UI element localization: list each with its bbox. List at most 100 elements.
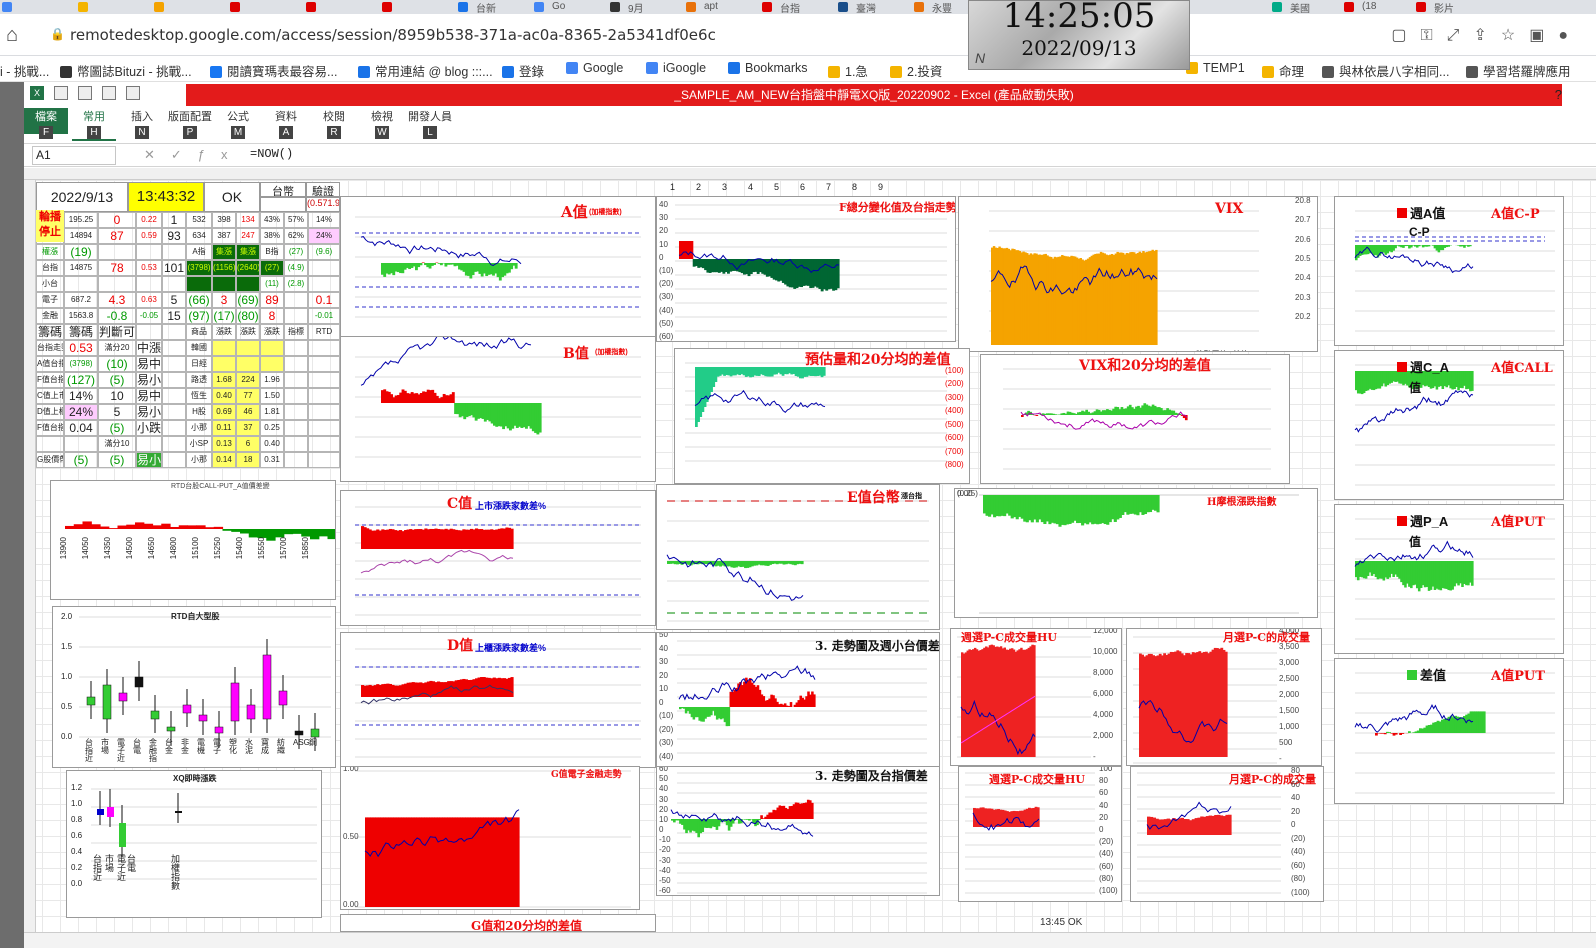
chart-vix[interactable]: VIX 20.8 20.7 20.6 20.5 20.4 20.3 20.2 2 移動平均 (差… xyxy=(958,196,1318,352)
chart-tab-number[interactable]: 5 xyxy=(774,182,779,192)
chart-e-value[interactable]: E值台幣 漲台指 xyxy=(656,484,940,630)
chart-vix-20[interactable]: VIX和20分均的差值 xyxy=(980,354,1290,484)
candle-body xyxy=(175,811,182,813)
browser-tab[interactable] xyxy=(152,0,224,14)
ribbon-tab[interactable]: 校閱 R xyxy=(312,108,356,139)
chart-b-value[interactable]: B值 (加權指數) xyxy=(340,336,656,482)
chart-h-morgan[interactable]: H摩根漲跌指數 0.00 (0.25) xyxy=(954,488,1318,618)
bookmark-item[interactable]: 與林依晨八字相同... xyxy=(1322,61,1449,80)
chart-tab-number[interactable]: 9 xyxy=(878,182,883,192)
chart-f-total[interactable]: F總分變化值及台指走勢 40 30 20 10 0 (10) (20) (30) (40) (50)… xyxy=(656,196,956,342)
ribbon-keytip: F xyxy=(39,126,53,139)
ribbon-tab[interactable]: 開發人員 L xyxy=(408,108,452,139)
chart-tab-number[interactable]: 6 xyxy=(800,182,805,192)
home-icon[interactable]: ⌂ xyxy=(6,24,18,47)
row-headers xyxy=(24,180,36,932)
chart-m-pc[interactable]: 月選P-C的成交量 4,000 3,500 3,000 2,500 2,000 1,500 1… xyxy=(1126,628,1322,766)
chart-a-put[interactable]: 週P_A A值PUT 值 xyxy=(1334,504,1564,654)
toolbar-icons[interactable]: ▢⚿⤢⇪☆▣● xyxy=(1391,25,1582,45)
bookmark-item[interactable]: iGoogle xyxy=(646,61,706,75)
chart-w-pc[interactable]: 週選P-C成交量HU 12,000 10,000 8,000 6,000 4,000 2,0… xyxy=(950,628,1122,766)
browser-tab[interactable]: 台指 xyxy=(760,0,832,14)
chart-a-cp[interactable]: 週A值 A值C-P C-P xyxy=(1334,196,1564,346)
formula-input[interactable]: =NOW() xyxy=(250,147,293,161)
browser-tab[interactable] xyxy=(380,0,452,14)
axis-tick-label: 0 xyxy=(659,825,664,834)
customize-icon[interactable] xyxy=(126,86,140,100)
chart-a-call[interactable]: 週C_A A值CALL 值 xyxy=(1334,350,1564,500)
bookmark-item[interactable]: TEMP1 xyxy=(1186,61,1245,75)
help-button[interactable]: ? xyxy=(1555,87,1562,102)
axis-tick-label: 20.4 xyxy=(1295,273,1311,283)
ribbon-tab[interactable]: 版面配置 P xyxy=(168,108,212,139)
formula-controls[interactable]: ✕✓ƒx xyxy=(144,147,244,163)
bookmark-item[interactable]: 閱讀寶瑪表最容易... xyxy=(210,61,337,80)
save-icon[interactable] xyxy=(54,86,68,100)
bookmark-item[interactable]: i - 挑戰... xyxy=(0,61,49,80)
chart-tab-number[interactable]: 1 xyxy=(670,182,675,192)
lock-icon[interactable]: 🔒 xyxy=(50,27,65,41)
chart-c-value[interactable]: C值 上市漲跌家數差% xyxy=(340,490,656,626)
browser-tab[interactable]: 影片 xyxy=(1414,0,1482,14)
candle-body xyxy=(310,728,320,738)
chart-xq[interactable]: XQ即時漲跌 1.2 1.0 0.8 0.6 0.4 0.2 0.0 台指近 市場 電子近 台電 加權指… xyxy=(66,770,322,918)
chart-rtd[interactable]: RTD自大型股 2.0 1.5 1.0 0.5 0.0 台指近 市場 電子近 台電 金融指 台金 非金電… xyxy=(52,606,336,768)
chart-est-vol[interactable]: 預估量和20分均的差值 (100) (200) (300) (400) (500) (600… xyxy=(674,348,970,484)
chart-m-pc-2[interactable]: 月選P-C的成交量 80 60 40 20 0 (20) (40) (60) (80) (100) xyxy=(1130,766,1324,902)
bookmark-item[interactable]: 1.急 xyxy=(828,61,868,80)
bookmark-item[interactable]: 登錄 xyxy=(502,61,544,80)
chart-diff[interactable]: 差值 A值PUT xyxy=(1334,658,1564,804)
chart-call-put-wide[interactable]: RTD台股CALL-PUT_A值價差變 13900 14050 14350 14500 1… xyxy=(50,480,336,600)
chart-tab-number[interactable]: 7 xyxy=(826,182,831,192)
quote-cell: 5 xyxy=(162,292,186,308)
url-field[interactable]: remotedesktop.google.com/access/session/… xyxy=(70,26,716,44)
chart-walk-mini[interactable]: 3. 走勢圖及週小台價差 50 40 30 20 10 0 (10) (20) (30) (40) xyxy=(656,632,940,768)
browser-tab[interactable] xyxy=(304,0,376,14)
browser-tab[interactable] xyxy=(76,0,148,14)
chart-walk-main[interactable]: 3. 走勢圖及台指價差 60 50 40 30 20 10 0 -10 -20 -30 -40 -50-… xyxy=(656,766,940,896)
bookmark-item[interactable]: Bookmarks xyxy=(728,61,808,75)
chart-title: C值 xyxy=(447,496,473,512)
chart-a-value[interactable]: A值 (加權指數) xyxy=(340,196,656,342)
bookmark-item[interactable]: Google xyxy=(566,61,623,75)
chart-tab-number[interactable]: 3 xyxy=(722,182,727,192)
name-box[interactable]: A1 xyxy=(32,146,116,165)
ribbon-tab[interactable]: 資料 A xyxy=(264,108,308,139)
chart-w-pc-2[interactable]: 週選P-C成交量HU 100 80 60 40 20 0 (20) (40) (60) (80) (1… xyxy=(958,766,1122,902)
bookmark-icon xyxy=(1322,66,1334,78)
bookmark-item[interactable]: 幣圖誌Bituzi - 挑戰... xyxy=(60,61,192,80)
chart-bottom-g20[interactable]: G值和20分均的差值 xyxy=(340,914,656,932)
browser-tab[interactable]: Go xyxy=(532,0,604,14)
browser-tab[interactable] xyxy=(0,0,72,14)
axis-tick-label: (20) xyxy=(659,279,674,289)
chart-tab-number[interactable]: 8 xyxy=(852,182,857,192)
axis-tick-label: 0.6 xyxy=(71,831,83,840)
chart-tab-number[interactable]: 2 xyxy=(696,182,701,192)
undo-icon[interactable] xyxy=(78,86,92,100)
chart-d-value[interactable]: D值 上櫃漲跌家數差% xyxy=(340,632,656,768)
ribbon-tab[interactable]: 檢視 W xyxy=(360,108,404,139)
ribbon-tab[interactable]: 檔案 F xyxy=(24,108,68,139)
rotation-stop-button[interactable]: 輪播停止 xyxy=(36,210,64,242)
bookmark-item[interactable]: 常用連結 @ blog :::... xyxy=(358,61,493,80)
area-bar xyxy=(91,524,101,529)
chart-tab-number[interactable]: 4 xyxy=(748,182,753,192)
browser-tab[interactable]: 臺灣 xyxy=(836,0,908,14)
browser-tab[interactable]: 美國 xyxy=(1270,0,1338,14)
ribbon-tab[interactable]: 插入 N xyxy=(120,108,164,139)
quote-cell xyxy=(136,244,162,260)
bookmark-item[interactable]: 命理 xyxy=(1262,61,1304,80)
chart-g-value[interactable]: G值電子金融走勢 1.00 0.50 0.00 xyxy=(340,766,640,910)
axis-tick-label: (10) xyxy=(659,266,674,275)
browser-tab[interactable]: 9月 xyxy=(608,0,680,14)
ribbon-tab[interactable]: 公式 M xyxy=(216,108,260,139)
browser-tab[interactable] xyxy=(228,0,300,14)
quote-row: D值上櫃24%5易小漲 H股0.69461.81 xyxy=(36,404,340,420)
browser-tab[interactable]: 台新 xyxy=(456,0,528,14)
browser-tab[interactable]: (18 xyxy=(1342,0,1410,14)
bookmark-item[interactable]: 2.投資 xyxy=(890,61,942,80)
redo-icon[interactable] xyxy=(102,86,116,100)
bookmark-item[interactable]: 學習塔羅牌應用 xyxy=(1466,61,1571,80)
ribbon-tab[interactable]: 常用 H xyxy=(72,108,116,141)
browser-tab[interactable]: apt xyxy=(684,0,756,14)
